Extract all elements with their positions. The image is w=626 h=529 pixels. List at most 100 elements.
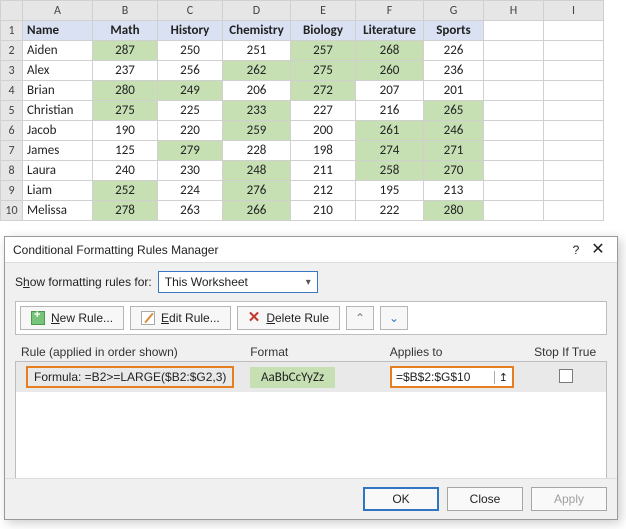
cell[interactable]: Sports [424,21,484,41]
cell[interactable]: 251 [223,41,291,61]
cell[interactable]: 271 [424,141,484,161]
cell[interactable]: Biology [291,21,356,41]
cell[interactable]: Melissa [23,201,93,221]
cell[interactable]: Brian [23,81,93,101]
cell[interactable]: 260 [356,61,424,81]
cell[interactable]: 274 [356,141,424,161]
cell[interactable] [544,201,604,221]
cell[interactable] [484,21,544,41]
cell[interactable]: 275 [291,61,356,81]
col-header-H[interactable]: H [484,1,544,21]
delete-rule-button[interactable]: ✕ Delete Rule [237,306,340,330]
cell[interactable]: 240 [93,161,158,181]
cell[interactable]: 227 [291,101,356,121]
cell[interactable]: 220 [158,121,223,141]
cell[interactable]: 206 [223,81,291,101]
col-header-A[interactable]: A [23,1,93,21]
scope-select[interactable]: This Worksheet ▾ [158,271,318,293]
cell[interactable]: 216 [356,101,424,121]
applies-to-input[interactable]: =$B$2:$G$10 ↥ [390,366,514,388]
cell[interactable] [544,81,604,101]
cell[interactable]: 201 [424,81,484,101]
cell[interactable]: 237 [93,61,158,81]
close-button[interactable]: Close [447,487,523,511]
cell[interactable]: 246 [424,121,484,141]
cell[interactable]: 259 [223,121,291,141]
cell[interactable]: 195 [356,181,424,201]
cell[interactable]: 222 [356,201,424,221]
help-icon[interactable]: ? [565,237,587,263]
cell[interactable]: Name [23,21,93,41]
cell[interactable]: Aiden [23,41,93,61]
row-header[interactable]: 6 [1,121,23,141]
cell[interactable]: 276 [223,181,291,201]
cell[interactable]: Jacob [23,121,93,141]
cell[interactable] [484,41,544,61]
col-header-C[interactable]: C [158,1,223,21]
cell[interactable] [544,21,604,41]
cell[interactable]: 226 [424,41,484,61]
cell[interactable]: Laura [23,161,93,181]
cell[interactable]: Christian [23,101,93,121]
move-down-button[interactable]: ⌄ [380,306,408,330]
cell[interactable]: 210 [291,201,356,221]
cell[interactable]: Chemistry [223,21,291,41]
stop-if-true-checkbox[interactable] [559,369,573,383]
cell[interactable] [484,61,544,81]
cell[interactable]: 268 [356,41,424,61]
cell[interactable]: 266 [223,201,291,221]
cell[interactable]: 280 [424,201,484,221]
row-header[interactable]: 7 [1,141,23,161]
cell[interactable] [544,41,604,61]
cell[interactable]: Liam [23,181,93,201]
cell[interactable]: 262 [223,61,291,81]
col-header-D[interactable]: D [223,1,291,21]
row-header[interactable]: 8 [1,161,23,181]
cell[interactable]: Math [93,21,158,41]
range-picker-icon[interactable]: ↥ [494,371,512,384]
row-header[interactable]: 3 [1,61,23,81]
move-up-button[interactable]: ⌃ [346,306,374,330]
cell[interactable] [484,81,544,101]
cell[interactable] [484,201,544,221]
cell[interactable]: 287 [93,41,158,61]
cell[interactable]: 256 [158,61,223,81]
cell[interactable] [544,101,604,121]
col-header-I[interactable]: I [544,1,604,21]
col-header-F[interactable]: F [356,1,424,21]
cell[interactable]: 270 [424,161,484,181]
cell[interactable]: 279 [158,141,223,161]
cell[interactable]: 280 [93,81,158,101]
cell[interactable]: 198 [291,141,356,161]
cell[interactable]: 230 [158,161,223,181]
row-header[interactable]: 1 [1,21,23,41]
cell[interactable]: 200 [291,121,356,141]
cell[interactable]: 249 [158,81,223,101]
row-header[interactable]: 5 [1,101,23,121]
cell[interactable] [484,101,544,121]
close-icon[interactable]: ✕ [587,237,609,263]
row-header[interactable]: 2 [1,41,23,61]
cell[interactable]: 233 [223,101,291,121]
cell[interactable]: 228 [223,141,291,161]
cell[interactable]: 213 [424,181,484,201]
edit-rule-button[interactable]: Edit Rule... [130,306,231,330]
row-header[interactable]: 4 [1,81,23,101]
cell[interactable]: 125 [93,141,158,161]
cell[interactable]: 275 [93,101,158,121]
cell[interactable]: 258 [356,161,424,181]
rule-row[interactable]: Formula: =B2>=LARGE($B2:$G2,3) AaBbCcYyZ… [16,362,606,392]
col-header-G[interactable]: G [424,1,484,21]
new-rule-button[interactable]: New Rule... [20,306,124,330]
cell[interactable] [544,141,604,161]
cell[interactable]: 225 [158,101,223,121]
cell[interactable]: 257 [291,41,356,61]
cell[interactable] [544,181,604,201]
cell[interactable] [544,161,604,181]
apply-button[interactable]: Apply [531,487,607,511]
cell[interactable]: 263 [158,201,223,221]
cell[interactable]: 278 [93,201,158,221]
row-header[interactable]: 10 [1,201,23,221]
cell[interactable]: 190 [93,121,158,141]
cell[interactable]: 272 [291,81,356,101]
